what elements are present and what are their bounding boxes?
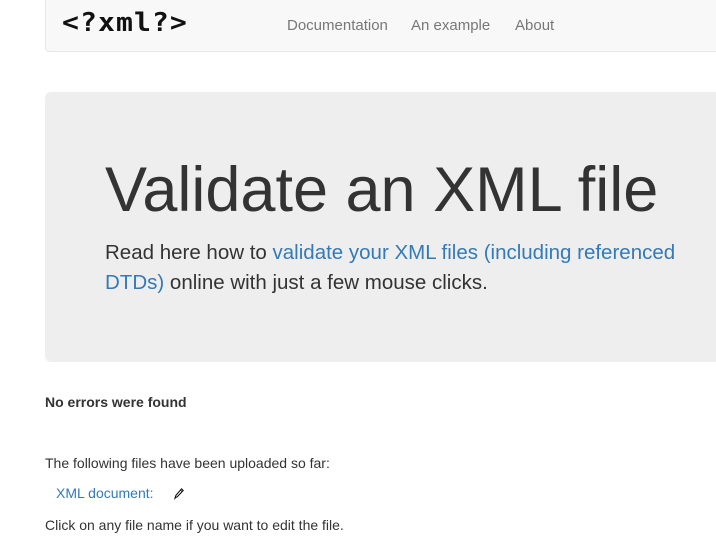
- edit-files-hint: Click on any file name if you want to ed…: [45, 517, 344, 533]
- xml-document-link[interactable]: XML document:: [56, 485, 154, 501]
- nav-link-an-example[interactable]: An example: [411, 17, 490, 34]
- file-list-item: XML document:: [56, 485, 184, 501]
- hero-banner: Validate an XML file Read here how to va…: [45, 92, 716, 362]
- nav-link-documentation[interactable]: Documentation: [287, 17, 388, 34]
- top-navbar: <?xml?> Documentation An example About: [45, 0, 716, 52]
- page-title: Validate an XML file: [105, 155, 659, 225]
- uploaded-files-intro: The following files have been uploaded s…: [45, 455, 330, 471]
- lead-prefix: Read here how to: [105, 241, 273, 264]
- lead-suffix: online with just a few mouse clicks.: [164, 271, 488, 294]
- brand-logo[interactable]: <?xml?>: [62, 8, 188, 38]
- validation-status-message: No errors were found: [45, 394, 187, 410]
- hero-lead-text: Read here how to validate your XML files…: [105, 238, 715, 298]
- pencil-icon[interactable]: [173, 487, 184, 500]
- nav-link-about[interactable]: About: [515, 17, 554, 34]
